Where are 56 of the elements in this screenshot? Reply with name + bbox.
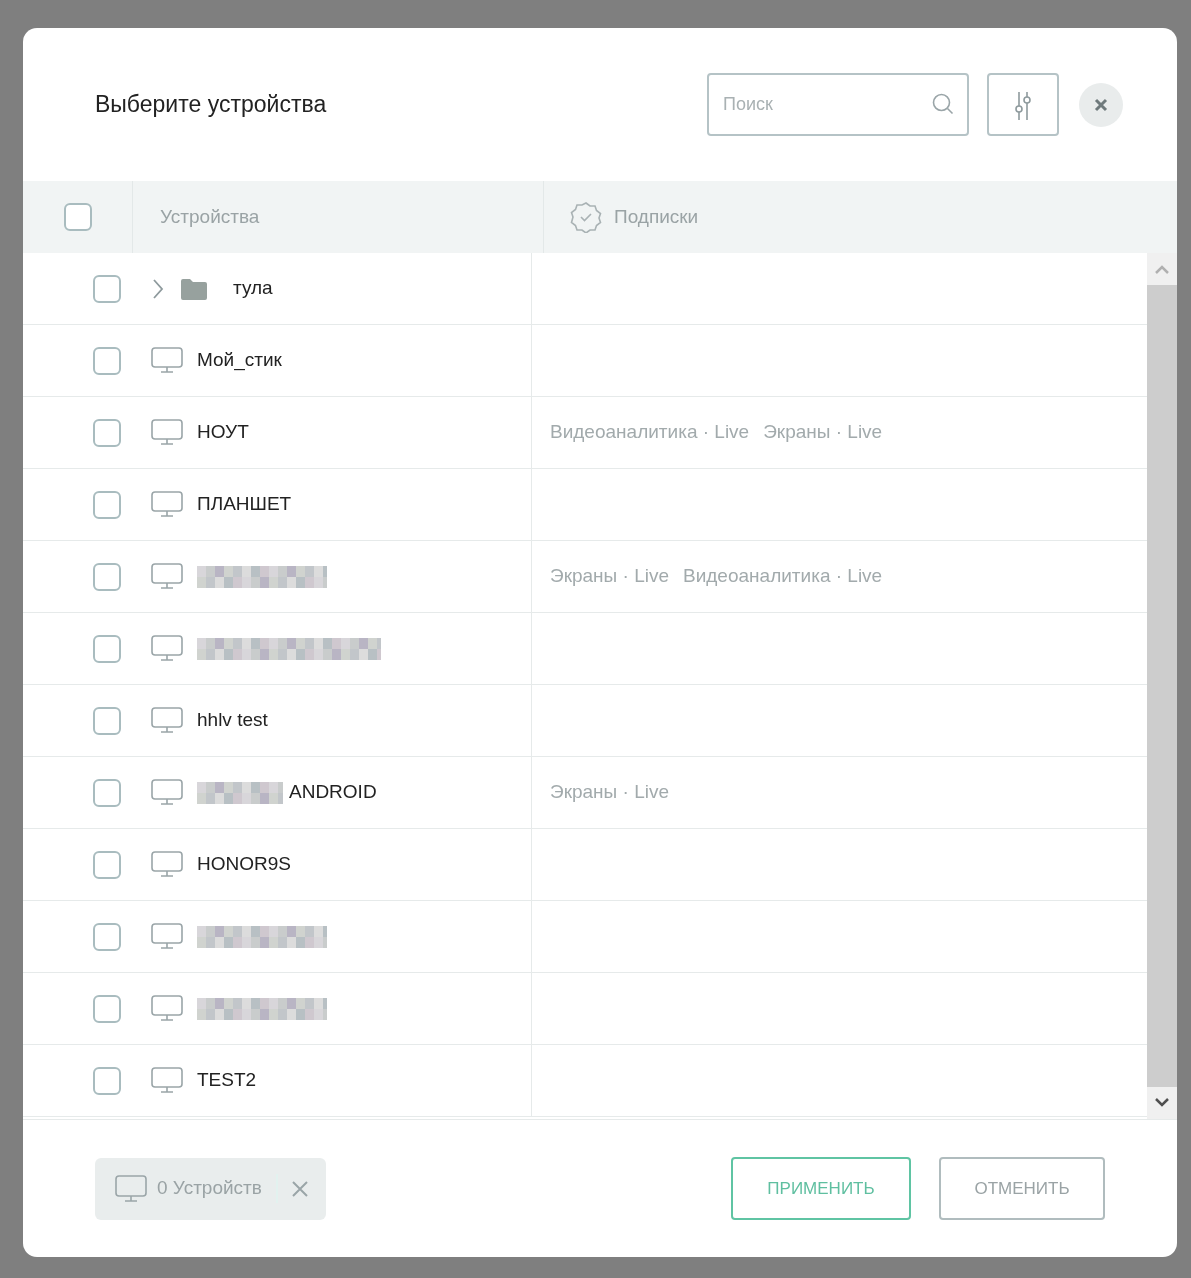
- device-name: ПЛАНШЕТ: [197, 492, 292, 517]
- checkbox[interactable]: [63, 203, 92, 231]
- dialog-title: Выберите устройства: [95, 90, 328, 120]
- column-header: Устройства: [160, 204, 260, 229]
- monitor-icon: [151, 706, 183, 735]
- checkbox[interactable]: [93, 274, 121, 303]
- monitor-icon: [151, 1066, 183, 1095]
- checkbox[interactable]: [93, 922, 121, 951]
- folder-name: тула: [233, 276, 273, 301]
- close-button[interactable]: [1079, 82, 1123, 127]
- close-icon: [290, 1179, 309, 1198]
- monitor-icon: [151, 418, 183, 447]
- selection-count: 0 Устройств: [157, 1174, 278, 1203]
- search-icon: [931, 92, 955, 116]
- subscription-tag: Экраны · Live: [550, 562, 669, 591]
- sliders-icon: [1012, 89, 1034, 120]
- close-icon: [1094, 97, 1108, 112]
- apply-button[interactable]: ПРИМЕНИТЬ: [731, 1157, 911, 1220]
- scroll-up-icon[interactable]: [1154, 264, 1170, 274]
- checkbox[interactable]: [93, 418, 121, 447]
- monitor-icon: [151, 778, 183, 807]
- badge-check-icon: [570, 201, 602, 233]
- folder-icon: [179, 276, 209, 301]
- device-name: НОУТ: [197, 420, 249, 445]
- monitor-icon: [115, 1174, 147, 1203]
- monitor-icon: [151, 922, 183, 951]
- cancel-button[interactable]: ОТМЕНИТЬ: [939, 1157, 1105, 1220]
- monitor-icon: [151, 850, 183, 879]
- scroll-down-icon[interactable]: [1154, 1098, 1170, 1108]
- checkbox[interactable]: [93, 634, 121, 663]
- filter-button[interactable]: [987, 73, 1059, 136]
- checkbox[interactable]: [93, 490, 121, 519]
- subscription-tag: Видеоаналитика · Live: [550, 418, 750, 447]
- device-name: HONOR9S: [197, 852, 291, 877]
- device-name: TEST2: [197, 1068, 257, 1093]
- search-field[interactable]: Поиск: [707, 73, 969, 136]
- device-name: Мой_стик: [197, 348, 282, 373]
- device-name: ANDROID: [289, 780, 377, 805]
- monitor-icon: [151, 994, 183, 1023]
- checkbox[interactable]: [93, 850, 121, 879]
- checkbox[interactable]: [93, 994, 121, 1023]
- monitor-icon: [151, 346, 183, 375]
- checkbox[interactable]: [93, 1066, 121, 1095]
- monitor-icon: [151, 562, 183, 591]
- checkbox[interactable]: [93, 562, 121, 591]
- monitor-icon: [151, 634, 183, 663]
- checkbox[interactable]: [93, 706, 121, 735]
- checkbox[interactable]: [93, 778, 121, 807]
- scrollbar[interactable]: [1147, 253, 1177, 1119]
- column-header: Подписки: [614, 204, 699, 229]
- checkbox[interactable]: [93, 346, 121, 375]
- subscription-tag: Видеоаналитика · Live: [683, 562, 883, 591]
- subscription-tag: Экраны · Live: [763, 418, 883, 447]
- subscription-tag: Экраны · Live: [550, 778, 669, 807]
- device-name: hhlv test: [197, 708, 268, 733]
- monitor-icon: [151, 490, 183, 519]
